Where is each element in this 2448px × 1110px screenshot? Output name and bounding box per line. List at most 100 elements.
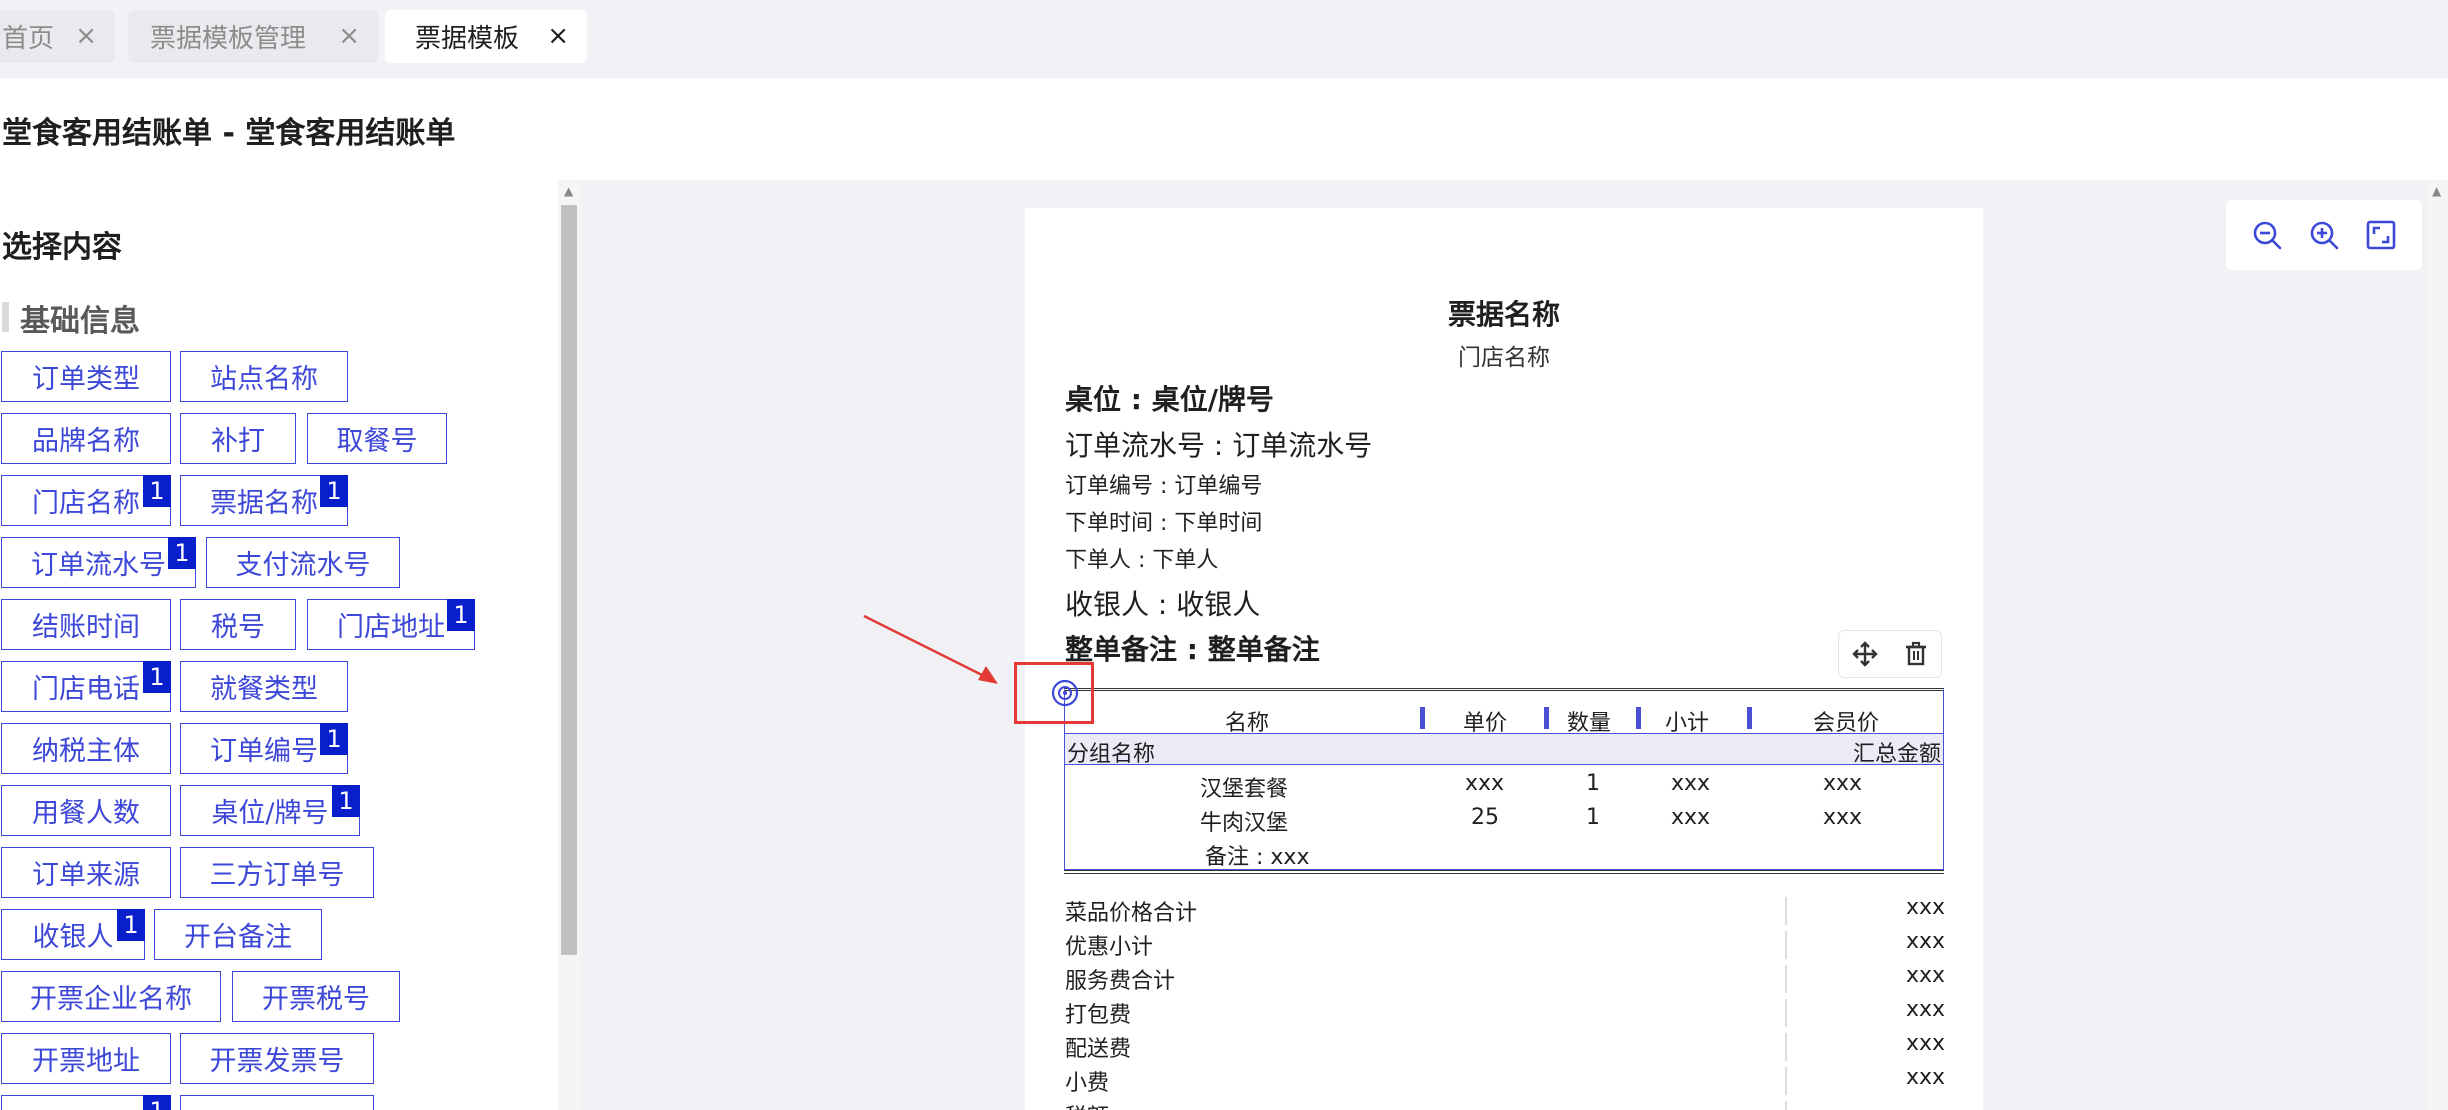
field-button[interactable]: 支付流水号 — [206, 537, 400, 588]
field-button[interactable]: 取餐号 — [307, 413, 447, 464]
scroll-up-arrow-icon[interactable]: ▲ — [564, 184, 573, 198]
count-badge: 1 — [320, 723, 348, 755]
summary-row[interactable]: 打包费 xxx — [1065, 997, 1945, 1029]
field-button[interactable]: 开票地址 — [1, 1033, 171, 1084]
summary-row[interactable]: 小费 xxx — [1065, 1065, 1945, 1097]
receipt-serial-no[interactable]: 订单流水号 : 订单流水号 — [1065, 424, 1372, 464]
field-label: 桌位/牌号 — [211, 798, 329, 829]
field-button[interactable]: 三方订单号 — [180, 847, 374, 898]
field-button[interactable]: 收银人 1 — [1, 909, 145, 960]
fit-screen-icon[interactable] — [2359, 213, 2403, 257]
field-button[interactable]: 用餐人数 — [1, 785, 171, 836]
field-button[interactable]: 桌位/牌号 1 — [180, 785, 360, 836]
field-button[interactable]: 票据名称 1 — [180, 475, 348, 526]
zoom-toolbar — [2226, 200, 2422, 270]
count-badge: 1 — [332, 785, 360, 817]
field-button[interactable] — [180, 1095, 374, 1110]
summary-divider — [1785, 931, 1787, 959]
field-label: 纳税主体 — [32, 736, 140, 767]
item-member-price: xxx — [1823, 771, 1863, 796]
field-button[interactable]: 门店电话 1 — [1, 661, 171, 712]
field-label: 开台备注 — [184, 922, 292, 953]
summary-divider — [1785, 1067, 1787, 1095]
target-anchor-icon[interactable] — [1050, 678, 1080, 708]
field-button[interactable]: 税号 — [180, 599, 296, 650]
receipt-orderer[interactable]: 下单人 : 下单人 — [1065, 542, 1218, 574]
item-qty: 1 — [1586, 771, 1600, 796]
summary-value: xxx — [1905, 1031, 1945, 1056]
tab-label: 票据模板管理 — [150, 24, 307, 54]
field-button[interactable]: 订单编号 1 — [180, 723, 348, 774]
receipt-title[interactable]: 票据名称 — [1025, 293, 1983, 333]
tab-label: 票据模板 — [415, 24, 520, 54]
receipt-store-name[interactable]: 门店名称 — [1025, 338, 1983, 372]
field-button[interactable]: 订单类型 — [1, 351, 171, 402]
close-icon[interactable]: × — [547, 22, 569, 50]
field-button[interactable]: 站点名称 — [180, 351, 348, 402]
count-badge: 1 — [143, 661, 171, 693]
item-note: 备注 : xxx — [1205, 845, 1310, 870]
close-icon[interactable]: × — [75, 22, 97, 50]
field-button[interactable]: 1 — [1, 1095, 171, 1110]
summary-row[interactable]: 配送费 xxx — [1065, 1031, 1945, 1063]
field-label: 订单流水号 — [31, 550, 166, 581]
tab-template-management[interactable]: 票据模板管理 × — [128, 10, 378, 63]
field-button[interactable]: 开台备注 — [154, 909, 322, 960]
canvas-scrollbar[interactable]: ▲ — [2426, 180, 2448, 1110]
item-subtotal: xxx — [1671, 805, 1711, 830]
field-label: 订单来源 — [32, 860, 140, 891]
field-label: 三方订单号 — [209, 860, 345, 891]
column-divider — [1544, 707, 1549, 729]
item-subtotal: xxx — [1671, 771, 1711, 796]
field-button[interactable]: 开票发票号 — [180, 1033, 374, 1084]
field-button[interactable]: 开票企业名称 — [1, 971, 221, 1022]
group-name: 分组名称 — [1067, 742, 1156, 767]
summary-label: 服务费合计 — [1065, 969, 1176, 994]
field-label: 结账时间 — [32, 612, 140, 643]
field-button[interactable]: 就餐类型 — [180, 661, 348, 712]
field-button[interactable]: 订单流水号 1 — [1, 537, 196, 588]
tab-template[interactable]: 票据模板 × — [385, 10, 587, 63]
item-price: 25 — [1471, 805, 1499, 830]
field-button[interactable]: 门店名称 1 — [1, 475, 171, 526]
zoom-out-icon[interactable] — [2245, 213, 2289, 257]
zoom-in-icon[interactable] — [2302, 213, 2346, 257]
tab-home[interactable]: 首页 × — [0, 10, 115, 63]
field-label: 开票企业名称 — [30, 984, 192, 1015]
field-label: 订单编号 — [210, 736, 318, 767]
field-button[interactable]: 订单来源 — [1, 847, 171, 898]
section-heading-basic-info: 基础信息 — [0, 296, 140, 340]
title-bar: 堂食客用结账单 - 堂食客用结账单 — [0, 78, 2448, 180]
field-label: 支付流水号 — [235, 550, 371, 581]
count-badge: 1 — [447, 599, 475, 631]
field-button[interactable]: 纳税主体 — [1, 723, 171, 774]
close-icon[interactable]: × — [338, 22, 360, 50]
item-name: 汉堡套餐 — [1200, 777, 1289, 802]
summary-row[interactable]: 菜品价格合计 xxx — [1065, 895, 1945, 927]
receipt-order-time[interactable]: 下单时间 : 下单时间 — [1065, 505, 1262, 537]
summary-row[interactable]: 优惠小计 xxx — [1065, 929, 1945, 961]
field-button[interactable]: 结账时间 — [1, 599, 171, 650]
field-button[interactable]: 开票税号 — [232, 971, 400, 1022]
field-button[interactable]: 补打 — [180, 413, 296, 464]
column-divider — [1747, 707, 1752, 729]
summary-value: xxx — [1905, 929, 1945, 954]
summary-row[interactable]: 税额 — [1065, 1099, 1945, 1110]
move-icon[interactable] — [1845, 634, 1885, 674]
item-table[interactable]: 名称 单价 数量 小计 会员价 分组名称 汇总金额 汉堡套餐 xxx 1 xxx… — [1064, 688, 1944, 870]
receipt-table-no[interactable]: 桌位 : 桌位/牌号 — [1065, 378, 1274, 418]
receipt-cashier[interactable]: 收银人 : 收银人 — [1065, 583, 1260, 623]
summary-row[interactable]: 服务费合计 xxx — [1065, 963, 1945, 995]
left-panel-scrollbar[interactable]: ▲ — [558, 180, 580, 1110]
field-button[interactable]: 品牌名称 — [1, 413, 171, 464]
receipt-order-no[interactable]: 订单编号 : 订单编号 — [1065, 468, 1262, 500]
scroll-up-arrow-icon[interactable]: ▲ — [2432, 184, 2441, 198]
table-divider — [1064, 870, 1944, 874]
field-label: 税号 — [211, 612, 265, 643]
scrollbar-thumb[interactable] — [561, 205, 577, 955]
field-label: 门店地址 — [337, 612, 445, 643]
field-button[interactable]: 门店地址 1 — [307, 599, 475, 650]
trash-icon[interactable] — [1896, 634, 1936, 674]
field-label: 开票税号 — [262, 984, 370, 1015]
receipt-remark[interactable]: 整单备注 : 整单备注 — [1065, 628, 1320, 668]
